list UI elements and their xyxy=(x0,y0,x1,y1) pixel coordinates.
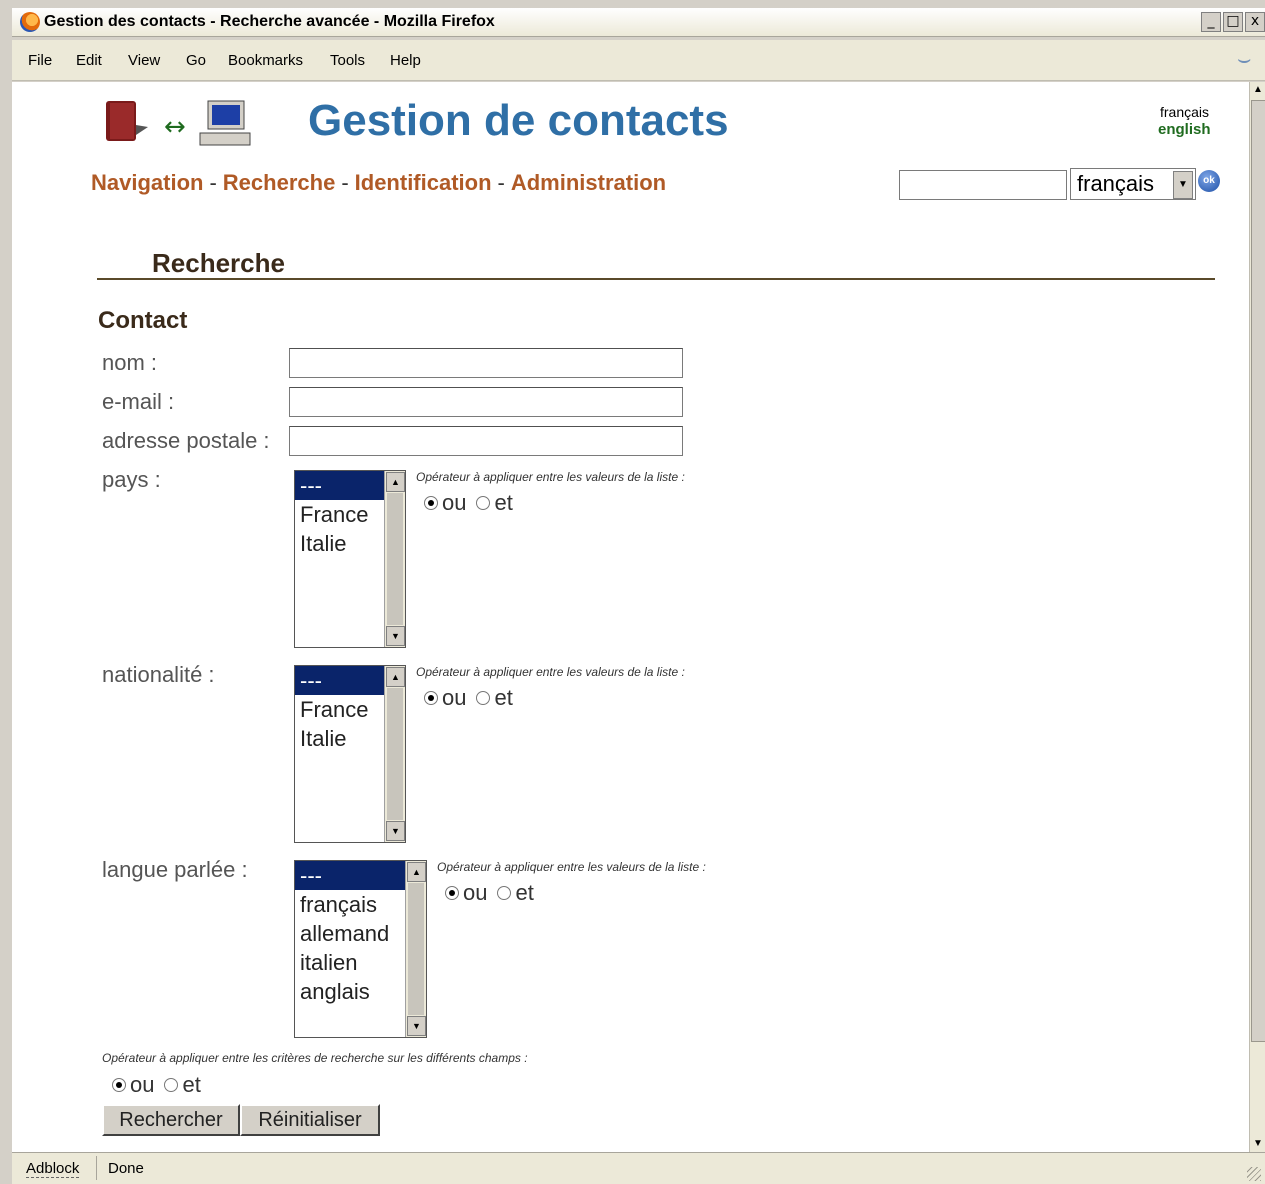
scroll-up-icon[interactable]: ▲ xyxy=(386,667,405,687)
nom-label: nom : xyxy=(102,350,158,375)
nationalite-et-radio[interactable] xyxy=(476,691,491,705)
window-title: Gestion des contacts - Recherche avancée… xyxy=(44,13,495,30)
nationalite-label: nationalité : xyxy=(102,662,215,687)
chevron-down-icon[interactable]: ▼ xyxy=(1173,171,1193,199)
reinitialiser-button[interactable]: Réinitialiser xyxy=(240,1104,380,1136)
pays-ou-radio[interactable] xyxy=(424,496,438,510)
listbox-scrollbar[interactable]: ▲ ▼ xyxy=(384,471,405,647)
page-scrollbar[interactable]: ▲ ▼ xyxy=(1249,82,1265,1152)
address-book-icon xyxy=(106,101,148,141)
resize-grip-icon[interactable] xyxy=(1247,1167,1261,1181)
scroll-down-icon[interactable]: ▼ xyxy=(386,821,405,841)
nom-field[interactable] xyxy=(289,348,683,378)
main-nav: Navigation - Recherche - Identification - Admi… xyxy=(91,170,667,195)
global-et-radio[interactable] xyxy=(164,1078,179,1092)
lang-link-francais[interactable]: français xyxy=(1160,104,1209,120)
language-select[interactable]: français ▼ xyxy=(1070,168,1196,200)
menu-tools[interactable]: Tools xyxy=(330,52,365,69)
langue-operator: ou et xyxy=(445,880,534,906)
scroll-up-icon[interactable]: ▲ xyxy=(407,862,426,882)
langue-ou-radio[interactable] xyxy=(445,886,459,900)
title-divider xyxy=(97,278,1215,280)
listbox-scrollbar[interactable]: ▲ ▼ xyxy=(384,666,405,842)
pays-listbox[interactable]: --- France Italie ▲ ▼ xyxy=(294,470,406,648)
langue-label: langue parlée : xyxy=(102,857,248,882)
language-select-value: français xyxy=(1077,171,1155,196)
langue-listbox[interactable]: --- français allemand italien anglais ▲ … xyxy=(294,860,427,1038)
window-titlebar: Gestion des contacts - Recherche avancée… xyxy=(12,8,1265,37)
scrollbar-thumb[interactable] xyxy=(1251,100,1265,1042)
contacts-logo: ↔ xyxy=(106,100,251,146)
site-title: Gestion de contacts xyxy=(308,96,729,145)
statusbar: Adblock Done xyxy=(12,1152,1265,1184)
menu-bookmarks[interactable]: Bookmarks xyxy=(228,52,303,69)
nationalite-operator-note: Opérateur à appliquer entre les valeurs … xyxy=(416,665,685,679)
subsection-title: Contact xyxy=(98,307,188,334)
nationalite-listbox[interactable]: --- France Italie ▲ ▼ xyxy=(294,665,406,843)
window-controls: _ □ x xyxy=(1201,12,1265,32)
maximize-button[interactable]: □ xyxy=(1223,12,1243,32)
scroll-down-icon[interactable]: ▼ xyxy=(407,1016,426,1036)
status-text: Done xyxy=(108,1160,144,1177)
global-operator-note: Opérateur à appliquer entre les critères… xyxy=(102,1051,528,1065)
adresse-field[interactable] xyxy=(289,426,683,456)
email-label: e-mail : xyxy=(102,389,175,414)
langue-operator-note: Opérateur à appliquer entre les valeurs … xyxy=(437,860,706,874)
menu-help[interactable]: Help xyxy=(390,52,421,69)
adblock-button[interactable]: Adblock xyxy=(26,1160,80,1178)
page-viewport: ↔ Gestion de contacts français english N… xyxy=(12,82,1249,1152)
nationalite-operator: ou et xyxy=(424,685,513,711)
close-button[interactable]: x xyxy=(1245,12,1265,32)
minimize-button[interactable]: _ xyxy=(1201,12,1221,32)
langue-et-radio[interactable] xyxy=(497,886,512,900)
pays-label: pays : xyxy=(102,467,161,492)
scroll-down-icon[interactable]: ▼ xyxy=(386,626,405,646)
quick-search-input[interactable] xyxy=(899,170,1067,200)
page-title: Recherche xyxy=(152,248,285,278)
computer-icon xyxy=(199,100,251,146)
menubar: File Edit View Go Bookmarks Tools Help ⌣ xyxy=(12,40,1265,81)
pays-operator: ou et xyxy=(424,490,513,516)
pays-operator-note: Opérateur à appliquer entre les valeurs … xyxy=(416,470,685,484)
nav-recherche[interactable]: Recherche xyxy=(223,170,336,195)
menu-go[interactable]: Go xyxy=(186,52,206,69)
global-ou-radio[interactable] xyxy=(112,1078,126,1092)
listbox-scrollbar[interactable]: ▲ ▼ xyxy=(405,861,426,1037)
menu-file[interactable]: File xyxy=(28,52,52,69)
scroll-up-icon[interactable]: ▲ xyxy=(1250,82,1265,98)
global-operator: ou et xyxy=(112,1072,201,1098)
nationalite-ou-radio[interactable] xyxy=(424,691,438,705)
nav-administration[interactable]: Administration xyxy=(511,170,666,195)
firefox-logo-icon xyxy=(20,12,40,32)
nav-navigation[interactable]: Navigation xyxy=(91,170,203,195)
pays-et-radio[interactable] xyxy=(476,496,491,510)
nav-identification[interactable]: Identification xyxy=(355,170,492,195)
arrow-icon: ↔ xyxy=(164,112,186,142)
adresse-label: adresse postale : xyxy=(102,428,270,453)
throbber-icon: ⌣ xyxy=(1237,46,1252,71)
lang-link-english[interactable]: english xyxy=(1158,121,1211,138)
ok-button[interactable]: ok xyxy=(1198,170,1220,192)
scroll-down-icon[interactable]: ▼ xyxy=(1250,1136,1265,1152)
email-field[interactable] xyxy=(289,387,683,417)
scroll-up-icon[interactable]: ▲ xyxy=(386,472,405,492)
menu-view[interactable]: View xyxy=(128,52,160,69)
rechercher-button[interactable]: Rechercher xyxy=(102,1104,240,1136)
menu-edit[interactable]: Edit xyxy=(76,52,102,69)
